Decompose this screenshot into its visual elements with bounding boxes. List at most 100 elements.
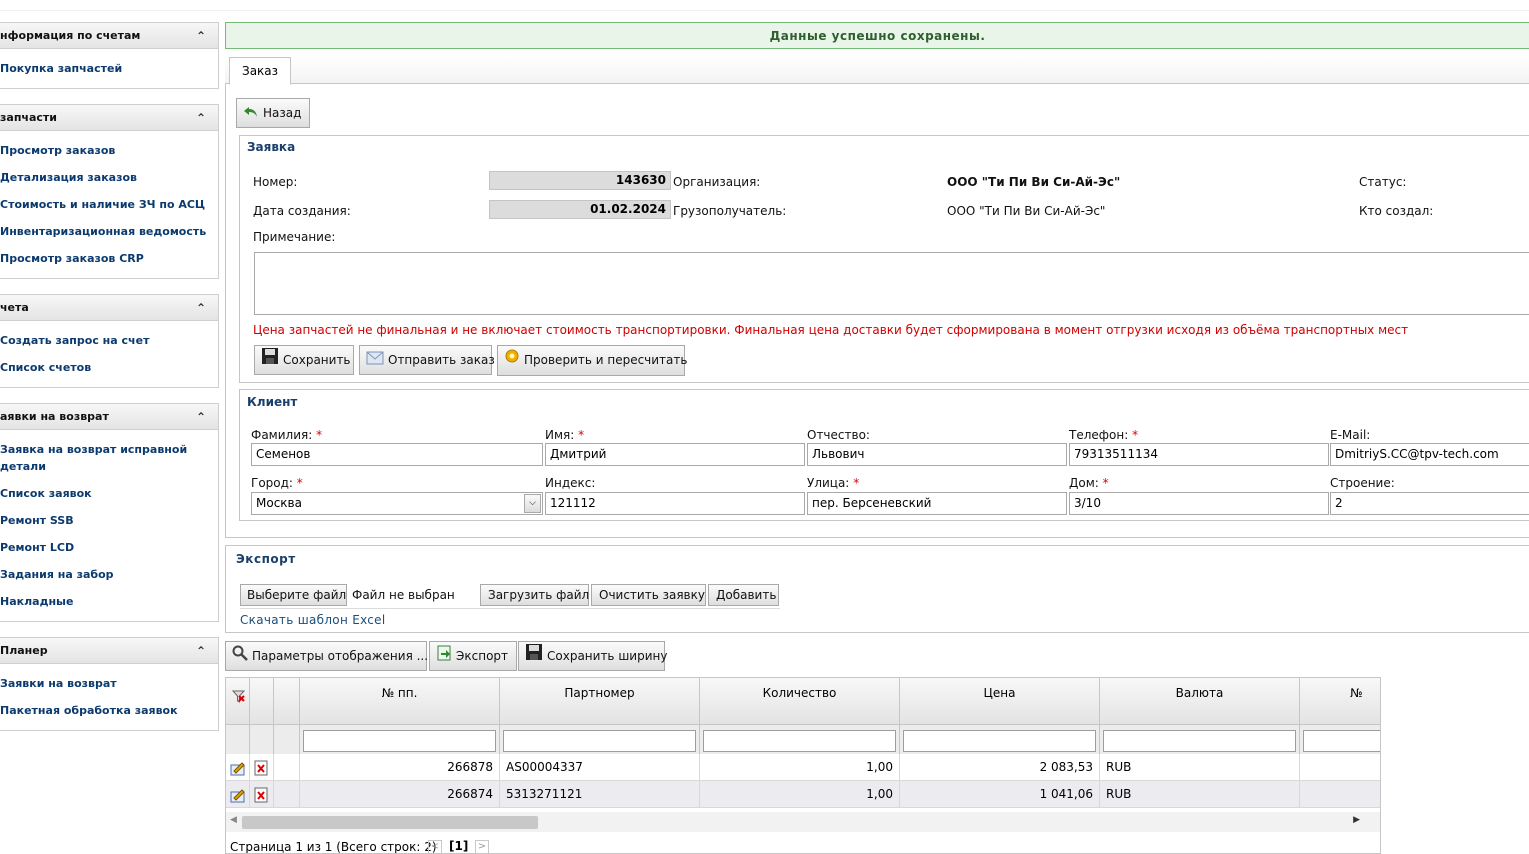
client-legend: Клиент xyxy=(247,395,298,409)
filter-input-quantity[interactable] xyxy=(703,730,896,752)
back-arrow-icon xyxy=(243,100,259,128)
phone-input[interactable]: 79313511134 xyxy=(1069,443,1329,466)
column-header-number[interactable]: № xyxy=(1300,678,1380,724)
sidebar-item-return-request[interactable]: Заявка на возврат исправной детали xyxy=(0,436,218,480)
column-header-row-number[interactable]: № пп. xyxy=(300,678,500,724)
table-cell xyxy=(1300,754,1380,781)
sidebar-panel-title: аявки на возврат xyxy=(0,410,109,423)
scrollbar-thumb[interactable] xyxy=(242,816,538,829)
organization-label: Организация: xyxy=(673,175,761,189)
column-header-price[interactable]: Цена xyxy=(900,678,1100,724)
chevron-down-icon[interactable]: ⌵ xyxy=(524,494,541,513)
sidebar-item-order-details[interactable]: Детализация заказов xyxy=(0,164,218,191)
save-width-button[interactable]: Сохранить ширину xyxy=(518,641,667,671)
sidebar-item-invoice-list[interactable]: Список счетов xyxy=(0,354,218,381)
pager: Страница 1 из 1 (Всего строк: 2) < [1] > xyxy=(226,834,1380,853)
sidebar-panel-header[interactable]: запчасти ⌃ xyxy=(0,105,218,131)
sidebar-item-parts-purchase[interactable]: Покупка запчастей xyxy=(0,55,218,82)
column-header-quantity[interactable]: Количество xyxy=(700,678,900,724)
sidebar-panel-title: запчасти xyxy=(0,111,57,124)
index-input[interactable]: 121112 xyxy=(545,492,805,515)
sidebar-panel-header[interactable]: Планер ⌃ xyxy=(0,638,218,664)
add-button[interactable]: Добавить xyxy=(708,584,779,606)
sidebar-item-pickup-tasks[interactable]: Задания на забор xyxy=(0,561,218,588)
sidebar-panel-header[interactable]: аявки на возврат ⌃ xyxy=(0,404,218,430)
table-cell xyxy=(274,754,300,781)
sidebar-item-crp-orders[interactable]: Просмотр заказов CRP xyxy=(0,245,218,272)
recalculate-button[interactable]: Проверить и пересчитать xyxy=(497,345,687,376)
clear-filter-header[interactable] xyxy=(226,678,250,724)
lastname-input[interactable]: Семенов xyxy=(251,443,543,466)
sidebar-item-repair-lcd[interactable]: Ремонт LCD xyxy=(0,534,218,561)
collapse-icon[interactable]: ⌃ xyxy=(196,105,206,131)
filter-input-price[interactable] xyxy=(903,730,1096,752)
tab-order[interactable]: Заказ xyxy=(229,57,292,85)
collapse-icon[interactable]: ⌃ xyxy=(196,638,206,664)
download-template-link[interactable]: Скачать шаблон Excel xyxy=(240,613,386,627)
organization-value: ООО "Ти Пи Ви Си-Ай-Эс" xyxy=(947,175,1121,189)
delete-icon[interactable] xyxy=(254,787,268,802)
delete-icon[interactable] xyxy=(254,760,268,775)
column-header-currency[interactable]: Валюта xyxy=(1100,678,1300,724)
email-input[interactable]: DmitriyS.CC@tpv-tech.com xyxy=(1330,443,1529,466)
table-cell xyxy=(1300,781,1380,808)
sidebar-item-request-list[interactable]: Список заявок xyxy=(0,480,218,507)
floppy-disk-icon xyxy=(525,643,543,671)
firstname-input[interactable]: Дмитрий xyxy=(545,443,805,466)
edit-icon[interactable] xyxy=(230,760,246,775)
building-input[interactable]: 2 xyxy=(1330,492,1529,515)
sidebar-item-repair-ssb[interactable]: Ремонт SSB xyxy=(0,507,218,534)
filter-cell-blank xyxy=(226,724,250,754)
sidebar-panel-header[interactable]: чета ⌃ xyxy=(0,295,218,321)
sidebar-item-waybills[interactable]: Накладные xyxy=(0,588,218,615)
filter-partnumber xyxy=(500,724,700,754)
sidebar-panel-header[interactable]: нформация по счетам ⌃ xyxy=(0,23,218,49)
filter-input-row-number[interactable] xyxy=(303,730,496,752)
sidebar-panel-parts: запчасти ⌃ Просмотр заказов Детализация … xyxy=(0,104,219,279)
house-input[interactable]: 3/10 xyxy=(1069,492,1329,515)
filter-quantity xyxy=(700,724,900,754)
sidebar-item-return-requests[interactable]: Заявки на возврат xyxy=(0,670,218,697)
display-params-label: Параметры отображения ... xyxy=(252,649,429,663)
choose-file-button[interactable]: Выберите файл xyxy=(240,584,347,606)
horizontal-scrollbar[interactable]: ◀ ▶ xyxy=(226,812,1380,832)
filter-input-number[interactable] xyxy=(1303,730,1380,752)
pager-next-button[interactable]: > xyxy=(475,840,489,853)
collapse-icon[interactable]: ⌃ xyxy=(196,23,206,49)
grid-header-blank xyxy=(274,678,300,724)
floppy-disk-icon xyxy=(261,347,279,375)
column-header-partnumber[interactable]: Партномер xyxy=(500,678,700,724)
delete-row-cell xyxy=(250,754,274,781)
upload-file-button[interactable]: Загрузить файл xyxy=(480,584,589,606)
send-order-button[interactable]: Отправить заказ xyxy=(359,345,495,375)
note-textarea[interactable] xyxy=(254,252,1529,315)
sidebar-item-inventory[interactable]: Инвентаризационная ведомость xyxy=(0,218,218,245)
collapse-icon[interactable]: ⌃ xyxy=(196,295,206,321)
edit-icon[interactable] xyxy=(230,787,246,802)
filter-input-partnumber[interactable] xyxy=(503,730,696,752)
sidebar-item-view-orders[interactable]: Просмотр заказов xyxy=(0,137,218,164)
back-button[interactable]: Назад xyxy=(236,98,310,128)
export-button[interactable]: Экспорт xyxy=(429,641,517,671)
filter-input-currency[interactable] xyxy=(1103,730,1296,752)
collapse-icon[interactable]: ⌃ xyxy=(196,404,206,430)
sidebar-panel-returns: аявки на возврат ⌃ Заявка на возврат исп… xyxy=(0,403,219,622)
display-params-button[interactable]: Параметры отображения ... xyxy=(225,641,429,671)
scroll-left-icon[interactable]: ◀ xyxy=(230,815,237,825)
clear-request-button[interactable]: Очистить заявку xyxy=(591,584,706,606)
filter-row-number xyxy=(300,724,500,754)
sidebar-panel-title: чета xyxy=(0,301,29,314)
sidebar-item-create-invoice-request[interactable]: Создать запрос на счет xyxy=(0,327,218,354)
street-input[interactable]: пер. Берсеневский xyxy=(807,492,1067,515)
clear-filter-icon[interactable] xyxy=(231,684,246,714)
pager-current-page[interactable]: [1] xyxy=(449,839,468,853)
patronymic-input[interactable]: Львович xyxy=(807,443,1067,466)
scroll-right-icon[interactable]: ▶ xyxy=(1353,815,1360,825)
sidebar-item-batch-processing[interactable]: Пакетная обработка заявок xyxy=(0,697,218,724)
pager-prev-button[interactable]: < xyxy=(428,840,442,853)
city-select[interactable]: Москва ⌵ xyxy=(251,492,543,515)
house-label: Дом: * xyxy=(1069,476,1109,490)
sidebar-item-parts-cost[interactable]: Стоимость и наличие ЗЧ по АСЦ xyxy=(0,191,218,218)
save-button[interactable]: Сохранить xyxy=(254,345,354,375)
gear-icon xyxy=(504,346,520,375)
